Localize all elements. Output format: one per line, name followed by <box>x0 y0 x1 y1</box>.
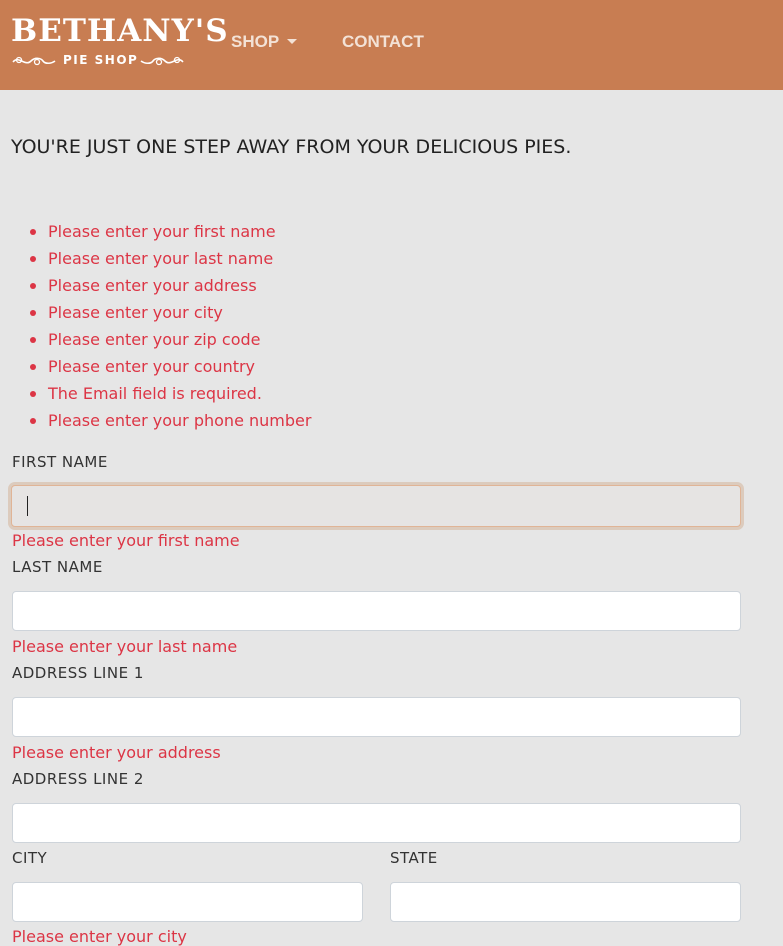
bullet-icon <box>30 256 36 262</box>
first-name-label: FIRST NAME <box>12 453 108 471</box>
bethanys-pie-shop-logo[interactable]: BETHANY'S PIE SHOP <box>11 13 228 71</box>
validation-summary-item: Please enter your country <box>30 353 311 380</box>
city-error: Please enter your city <box>12 927 187 946</box>
validation-summary-item: Please enter your phone number <box>30 407 311 434</box>
nav-contact-label: CONTACT <box>342 32 424 51</box>
first-name-input[interactable] <box>11 485 741 527</box>
logo-subtitle: PIE SHOP <box>63 53 139 67</box>
text-cursor <box>27 496 28 516</box>
logo-title: BETHANY'S <box>11 13 229 49</box>
bullet-icon <box>30 418 36 424</box>
validation-summary: Please enter your first name Please ente… <box>30 218 311 434</box>
address-line-2-label: ADDRESS LINE 2 <box>12 770 144 788</box>
first-name-error: Please enter your first name <box>12 531 240 550</box>
city-label: CITY <box>12 849 48 867</box>
validation-summary-item: Please enter your first name <box>30 218 311 245</box>
validation-summary-item: Please enter your zip code <box>30 326 311 353</box>
nav-contact-link[interactable]: CONTACT <box>342 32 424 52</box>
last-name-label: LAST NAME <box>12 558 103 576</box>
city-input[interactable] <box>12 882 363 922</box>
page-headline: YOU'RE JUST ONE STEP AWAY FROM YOUR DELI… <box>11 136 572 158</box>
nav-shop-dropdown[interactable]: SHOP <box>231 32 298 52</box>
flourish-right-icon <box>140 56 184 66</box>
bullet-icon <box>30 310 36 316</box>
bullet-icon <box>30 391 36 397</box>
bullet-icon <box>30 337 36 343</box>
bullet-icon <box>30 364 36 370</box>
address-line-1-input[interactable] <box>12 697 741 737</box>
validation-summary-item: Please enter your address <box>30 272 311 299</box>
validation-summary-item: Please enter your city <box>30 299 311 326</box>
last-name-error: Please enter your last name <box>12 637 238 656</box>
address-line-2-input[interactable] <box>12 803 741 843</box>
validation-summary-item: Please enter your last name <box>30 245 311 272</box>
navbar: BETHANY'S PIE SHOP SHOP CONTACT <box>0 0 783 90</box>
last-name-input[interactable] <box>12 591 741 631</box>
flourish-left-icon <box>12 56 56 66</box>
caret-down-icon <box>287 39 298 44</box>
address-error: Please enter your address <box>12 743 221 762</box>
state-label: STATE <box>390 849 438 867</box>
bullet-icon <box>30 283 36 289</box>
address-line-1-label: ADDRESS LINE 1 <box>12 664 144 682</box>
bullet-icon <box>30 229 36 235</box>
state-input[interactable] <box>390 882 741 922</box>
validation-summary-item: The Email field is required. <box>30 380 311 407</box>
nav-shop-label: SHOP <box>231 32 280 51</box>
